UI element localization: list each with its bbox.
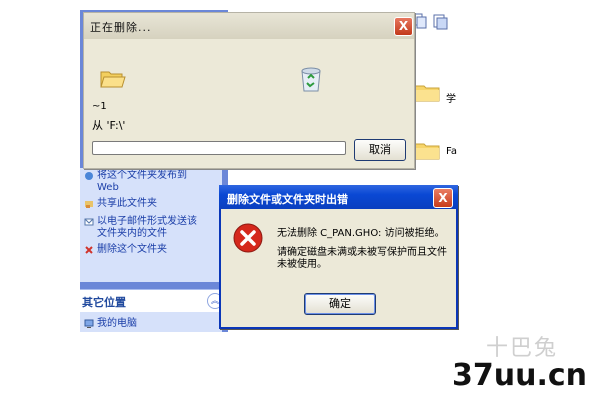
progress-bar bbox=[92, 141, 346, 155]
close-button[interactable]: X bbox=[433, 188, 453, 208]
other-places-title: 其它位置 bbox=[82, 296, 126, 309]
close-button[interactable]: X bbox=[394, 17, 413, 36]
progress-dialog-title: 正在删除... bbox=[90, 21, 152, 34]
other-places-list: 我的电脑 bbox=[80, 312, 222, 332]
task-publish-to-web[interactable]: 将这个文件夹发布到 bbox=[84, 170, 187, 182]
task-share-folder[interactable]: 共享此文件夹 bbox=[84, 198, 157, 210]
open-folder-icon bbox=[100, 71, 126, 88]
error-dialog-title: 删除文件或文件夹时出错 bbox=[227, 193, 348, 206]
other-place-my-computer[interactable]: 我的电脑 bbox=[84, 318, 137, 330]
file-folder-tasks: 将这个文件夹发布到 Web 共享此文件夹 以电子邮件形式发送该 文件夹内的文件 … bbox=[80, 168, 222, 282]
deleting-progress-dialog: 正在删除... X ~1 从 'F:\' 取消 bbox=[83, 12, 415, 169]
cancel-button[interactable]: 取消 bbox=[354, 139, 406, 161]
delete-error-dialog: 删除文件或文件夹时出错 X 无法删除 C_PAN.GHO: 访问被拒绝。 请确定… bbox=[219, 185, 458, 329]
globe-icon bbox=[85, 172, 93, 180]
task-delete-folder[interactable]: 删除这个文件夹 bbox=[84, 244, 167, 256]
watermark-text: 37uu.cn bbox=[452, 358, 587, 393]
task-label: 以电子邮件形式发送该 bbox=[97, 216, 197, 227]
task-label: Web bbox=[97, 182, 119, 193]
error-icon bbox=[233, 223, 263, 253]
ok-button[interactable]: 确定 bbox=[304, 293, 376, 315]
task-label: 共享此文件夹 bbox=[97, 198, 157, 209]
recycle-bin-icon bbox=[301, 67, 321, 92]
email-icon bbox=[84, 218, 94, 226]
folder-icon[interactable] bbox=[414, 140, 440, 160]
task-publish-web-cont[interactable]: Web bbox=[97, 182, 119, 194]
error-message: 无法删除 C_PAN.GHO: 访问被拒绝。 bbox=[277, 228, 445, 239]
progress-dialog-titlebar[interactable]: 正在删除... X bbox=[84, 13, 414, 39]
task-email-files[interactable]: 以电子邮件形式发送该 bbox=[84, 216, 197, 228]
folder-icon[interactable] bbox=[414, 82, 440, 102]
other-places-header[interactable]: 其它位置 ︽ bbox=[80, 289, 223, 312]
task-label: 删除这个文件夹 bbox=[97, 244, 167, 255]
share-hand-icon bbox=[85, 201, 93, 208]
delete-x-icon bbox=[85, 246, 93, 254]
file-label[interactable]: Fa bbox=[446, 146, 457, 157]
task-label: 将这个文件夹发布到 bbox=[97, 170, 187, 181]
computer-icon bbox=[84, 319, 94, 328]
paste-icon[interactable] bbox=[431, 12, 449, 30]
task-email-files-cont[interactable]: 文件夹内的文件 bbox=[97, 228, 167, 240]
from-location: 从 'F:\' bbox=[92, 119, 126, 132]
other-place-label: 我的电脑 bbox=[97, 318, 137, 329]
error-hint: 请确定磁盘未满或未被写保护而且文件未被使用。 bbox=[277, 247, 447, 270]
file-name: ~1 bbox=[92, 101, 107, 112]
task-label: 文件夹内的文件 bbox=[97, 228, 167, 239]
file-label[interactable]: 学 bbox=[446, 90, 456, 105]
error-dialog-titlebar[interactable]: 删除文件或文件夹时出错 X bbox=[219, 185, 458, 209]
